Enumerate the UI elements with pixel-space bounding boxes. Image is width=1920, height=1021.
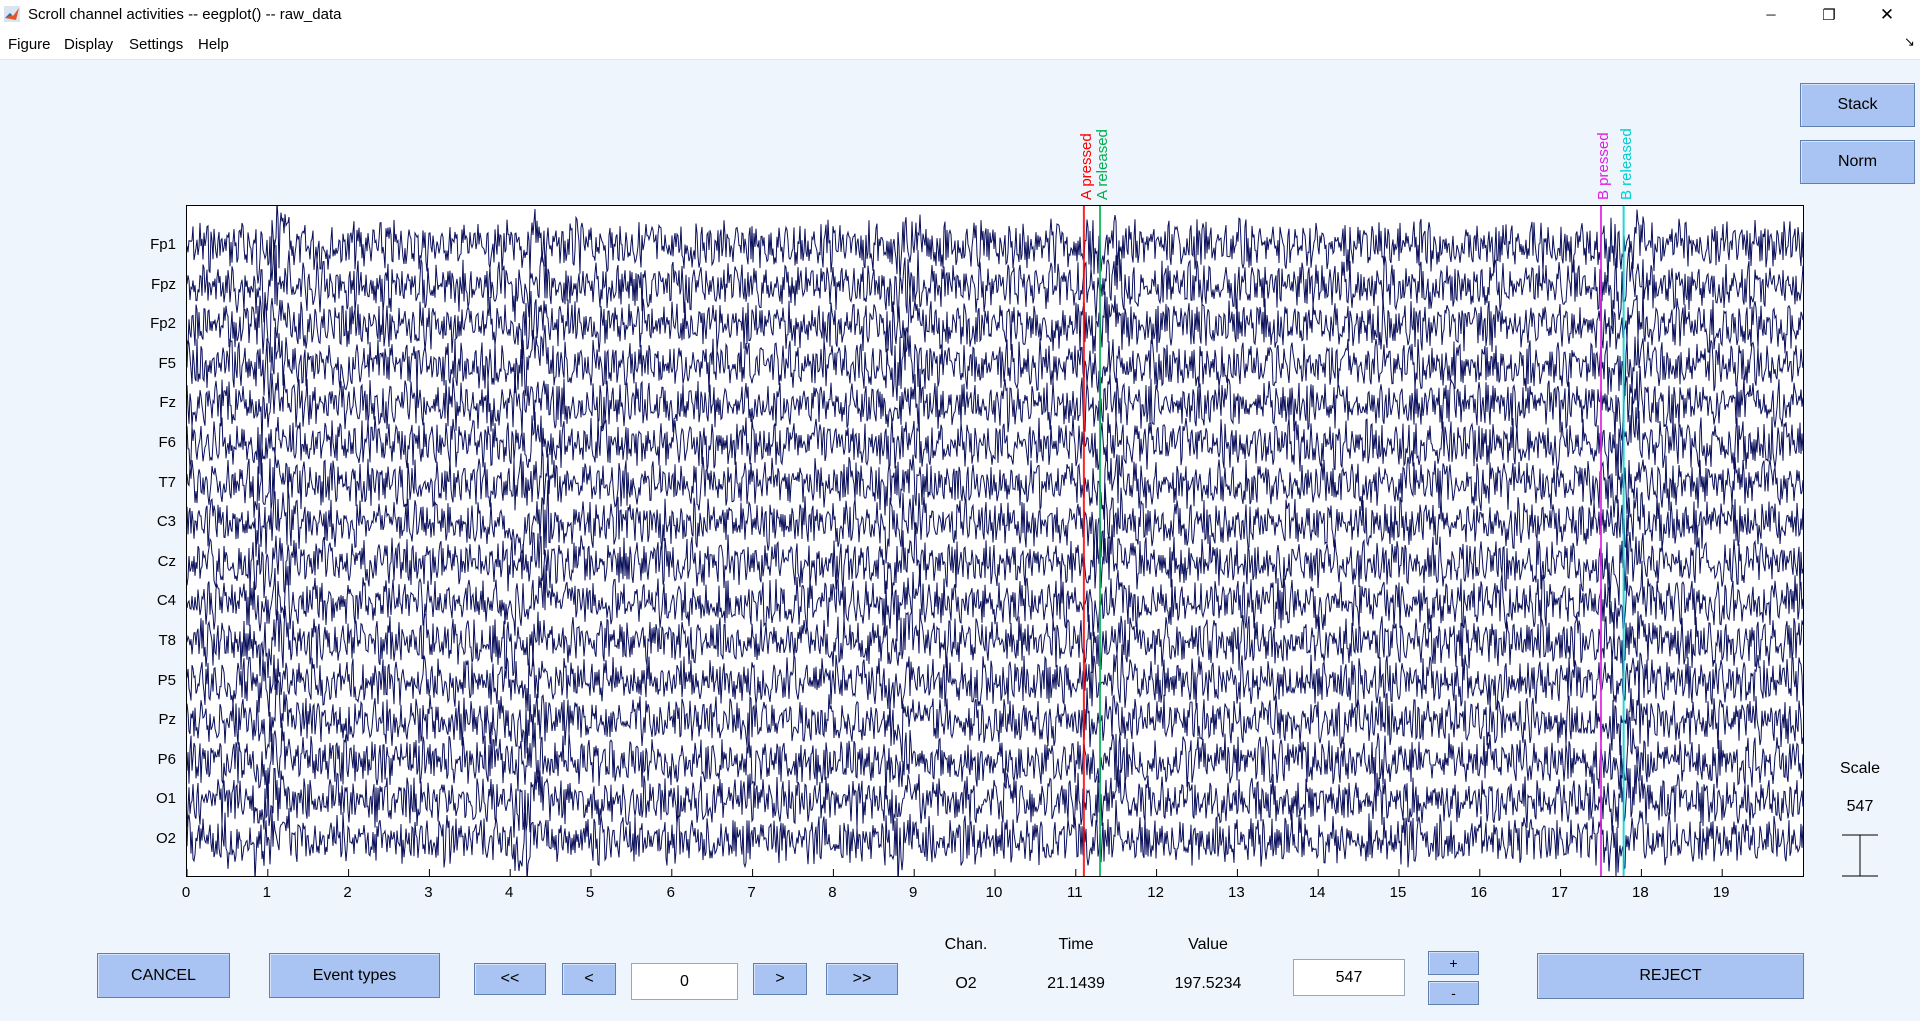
x-tick-label: 4 (505, 884, 514, 901)
x-tick-label: 11 (1067, 884, 1083, 901)
channel-label: Fz (159, 394, 176, 412)
x-tick-label: 19 (1712, 884, 1730, 901)
channel-label: C4 (156, 592, 176, 610)
x-tick-label: 18 (1632, 884, 1649, 901)
channel-label: F5 (158, 354, 176, 372)
x-tick-label: 3 (424, 884, 433, 901)
close-button[interactable]: ✕ (1858, 0, 1916, 29)
chan-header: Chan. (944, 936, 988, 953)
channel-label: Fp2 (150, 315, 176, 333)
norm-button[interactable]: Norm (1800, 140, 1915, 184)
channel-label: O1 (155, 790, 176, 808)
channel-label: Fpz (150, 275, 176, 293)
minimize-button[interactable]: ─ (1742, 0, 1800, 29)
restore-button[interactable]: ❐ (1800, 0, 1858, 29)
x-tick-label: 15 (1389, 884, 1407, 901)
event-label: A pressed (1077, 133, 1095, 200)
scale-bar-icon (1842, 834, 1878, 877)
x-tick-label: 9 (909, 884, 918, 901)
fast-forward-button[interactable]: >> (826, 963, 898, 995)
channel-label: F6 (158, 434, 176, 451)
x-tick-label: 1 (262, 884, 271, 901)
event-label: A released (1094, 129, 1112, 200)
menu-help[interactable]: Help (198, 36, 229, 53)
x-tick-label: 2 (343, 884, 352, 901)
x-tick-label: 7 (747, 884, 756, 901)
event-label: B released (1617, 128, 1635, 200)
cancel-button[interactable]: CANCEL (97, 953, 230, 998)
channel-label: P6 (157, 750, 176, 768)
menu-figure[interactable]: Figure (8, 36, 51, 53)
x-tick-label: 16 (1470, 884, 1488, 901)
channel-trace (187, 763, 1803, 838)
forward-button[interactable]: > (753, 963, 807, 995)
stack-button[interactable]: Stack (1800, 83, 1915, 127)
channel-label: T8 (158, 632, 176, 649)
scale-value: 547 (1846, 798, 1874, 815)
x-tick-label: 5 (585, 884, 595, 901)
matlab-icon (4, 6, 20, 22)
time-value: 21.1439 (1047, 975, 1105, 992)
menu-display[interactable]: Display (64, 36, 113, 53)
chan-value: O2 (955, 975, 977, 992)
scale-decrease-button[interactable]: - (1428, 981, 1479, 1005)
value-header: Value (1188, 936, 1228, 953)
x-tick-label: 8 (828, 884, 837, 901)
position-input[interactable] (631, 963, 738, 1000)
value-value: 197.5234 (1174, 975, 1242, 992)
close-icon: ✕ (1879, 4, 1895, 24)
fast-back-button[interactable]: << (474, 963, 546, 995)
channel-trace (187, 325, 1803, 404)
menu-bar: Figure Display Settings Help ↘ (0, 29, 1920, 60)
x-tick-label: 17 (1551, 884, 1568, 901)
event-label: B pressed (1595, 132, 1612, 200)
scale-increase-button[interactable]: + (1428, 951, 1479, 975)
x-tick-label: 13 (1228, 884, 1245, 901)
minimize-icon: ─ (1766, 7, 1776, 22)
channel-trace (187, 522, 1803, 606)
x-tick-label: 12 (1147, 884, 1164, 901)
x-tick-label: 0 (181, 884, 191, 901)
menu-settings[interactable]: Settings (129, 36, 183, 53)
x-tick-label: 10 (985, 884, 1003, 901)
event-types-button[interactable]: Event types (269, 953, 440, 998)
back-button[interactable]: < (562, 963, 616, 995)
channel-label: O2 (155, 830, 176, 847)
channel-label: Cz (157, 552, 176, 570)
x-tick-label: 14 (1308, 884, 1326, 901)
eeg-traces (187, 206, 1803, 876)
reject-button[interactable]: REJECT (1537, 953, 1804, 999)
x-tick-label: 6 (666, 884, 675, 901)
time-header: Time (1058, 936, 1094, 953)
window-title: Scroll channel activities -- eegplot() -… (28, 6, 342, 23)
channel-trace (187, 286, 1803, 363)
channel-trace (187, 206, 1803, 284)
channel-label: Pz (158, 711, 176, 729)
channel-label: C3 (156, 513, 176, 531)
channel-label: P5 (157, 671, 176, 689)
restore-icon: ❐ (1822, 6, 1836, 24)
channel-trace (187, 800, 1803, 876)
scale-input[interactable] (1293, 959, 1405, 996)
channel-label: Fp1 (150, 236, 176, 253)
channel-label: T7 (158, 473, 176, 491)
eeg-plot-area[interactable] (186, 205, 1804, 877)
undock-icon[interactable]: ↘ (1904, 34, 1915, 50)
title-bar: Scroll channel activities -- eegplot() -… (0, 0, 1920, 29)
scale-title: Scale (1839, 760, 1881, 777)
